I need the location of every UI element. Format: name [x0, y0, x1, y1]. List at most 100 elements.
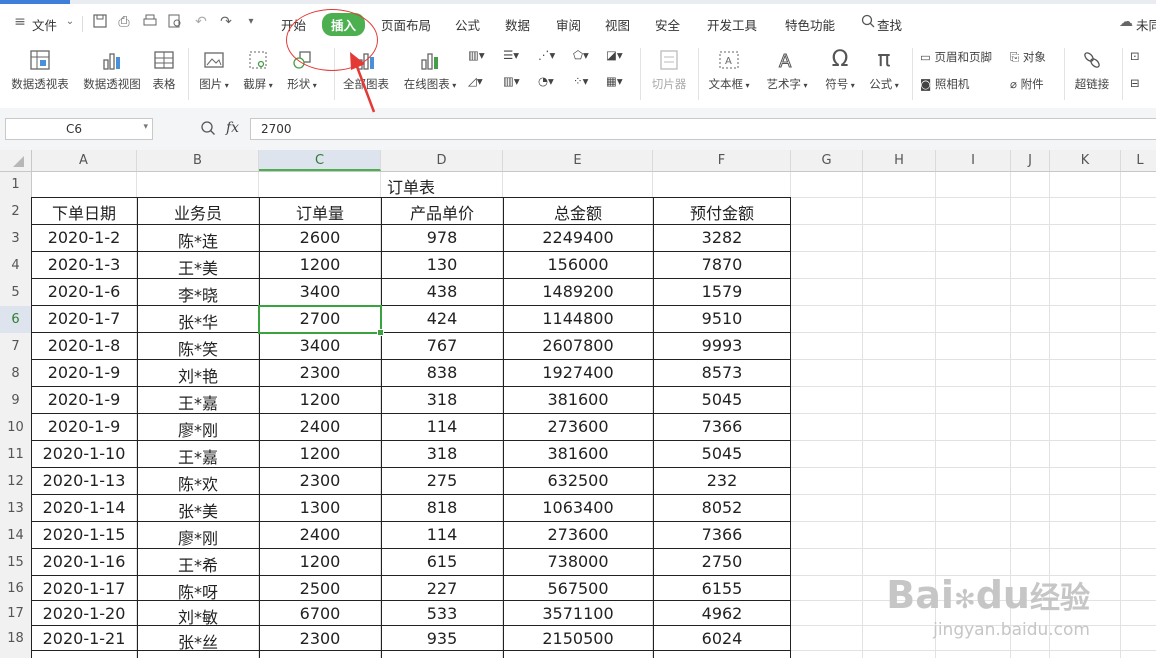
table-cell[interactable]: 2500: [259, 579, 381, 598]
table-cell[interactable]: 2020-1-9: [31, 417, 137, 436]
slicer-button[interactable]: 切片器: [648, 48, 690, 92]
table-cell[interactable]: 2300: [259, 629, 381, 648]
bar-chart-icon[interactable]: ☰▾: [503, 48, 519, 62]
hamburger-icon[interactable]: ≡: [12, 14, 28, 30]
table-cell[interactable]: 935: [381, 629, 503, 648]
table-cell[interactable]: 6700: [259, 604, 381, 623]
formula-button[interactable]: π 公式 ▾: [866, 48, 902, 92]
table-cell[interactable]: 273600: [503, 417, 653, 436]
table-cell[interactable]: 2020-1-15: [31, 525, 137, 544]
pivot-chart-button[interactable]: 数据透视图: [80, 48, 144, 92]
table-cell[interactable]: 张*美: [137, 498, 259, 522]
table-cell[interactable]: 615: [381, 552, 503, 571]
table-cell[interactable]: 5045: [653, 390, 791, 409]
more-icon-b[interactable]: ⊟: [1130, 76, 1140, 90]
table-cell[interactable]: 王*嘉: [137, 390, 259, 414]
name-box-dropdown-icon[interactable]: ▾: [143, 122, 148, 132]
table-cell[interactable]: 381600: [503, 390, 653, 409]
table-cell[interactable]: 2400: [259, 417, 381, 436]
column-header-j[interactable]: J: [1011, 150, 1050, 171]
row-header-16[interactable]: 16: [0, 576, 31, 601]
pie-chart-icon[interactable]: ◔▾: [538, 74, 554, 88]
table-cell[interactable]: 王*美: [137, 255, 259, 279]
table-cell[interactable]: 李*晓: [137, 282, 259, 306]
table-cell[interactable]: 978: [381, 228, 503, 247]
chevron-down-icon[interactable]: ⌄: [62, 14, 78, 30]
tab-formulas[interactable]: 公式: [455, 15, 480, 34]
table-cell[interactable]: 738000: [503, 552, 653, 571]
table-cell[interactable]: 陈*连: [137, 228, 259, 252]
row-header-5[interactable]: 5: [0, 279, 31, 306]
customize-chevron-icon[interactable]: ▾: [243, 14, 259, 30]
redo-icon[interactable]: ↷: [218, 14, 234, 30]
select-all-corner[interactable]: [0, 150, 32, 171]
table-cell[interactable]: 2020-1-7: [31, 309, 137, 328]
table-cell[interactable]: 156000: [503, 255, 653, 274]
object-button[interactable]: ⎘ 对象: [1010, 49, 1046, 65]
wordart-button[interactable]: A 艺术字 ▾: [762, 48, 812, 92]
table-cell[interactable]: 陈*欢: [137, 471, 259, 495]
table-cell[interactable]: 1927400: [503, 363, 653, 382]
table-cell[interactable]: 318: [381, 390, 503, 409]
table-cell[interactable]: 3571100: [503, 604, 653, 623]
tab-special-features[interactable]: 特色功能: [785, 15, 835, 34]
print-preview-icon[interactable]: ⎙: [116, 14, 132, 30]
tab-page-layout[interactable]: 页面布局: [381, 15, 431, 34]
other-chart-icon[interactable]: ▦▾: [606, 74, 623, 88]
table-cell[interactable]: 2400: [259, 525, 381, 544]
print-icon[interactable]: [142, 14, 158, 30]
column-header-k[interactable]: K: [1050, 150, 1121, 171]
pivot-table-button[interactable]: 数据透视表: [8, 48, 72, 92]
table-button[interactable]: 表格: [148, 48, 180, 92]
more-icon-a[interactable]: ⊡: [1130, 49, 1140, 63]
table-cell[interactable]: 1579: [653, 282, 791, 301]
row-header-15[interactable]: 15: [0, 549, 31, 576]
table-cell[interactable]: 2020-1-9: [31, 390, 137, 409]
table-cell[interactable]: 5045: [653, 444, 791, 463]
table-cell[interactable]: 1489200: [503, 282, 653, 301]
table-cell[interactable]: 2020-1-20: [31, 604, 137, 623]
table-cell[interactable]: 2020-1-13: [31, 471, 137, 490]
row-header-12[interactable]: 12: [0, 468, 31, 495]
table-cell[interactable]: 廖*刚: [137, 417, 259, 441]
save-icon[interactable]: [92, 14, 108, 30]
table-cell[interactable]: 2150500: [503, 629, 653, 648]
column-header-i[interactable]: I: [936, 150, 1011, 171]
row-header-11[interactable]: 11: [0, 441, 31, 468]
row-header-18[interactable]: 18: [0, 626, 31, 651]
table-cell[interactable]: 1200: [259, 552, 381, 571]
table-cell[interactable]: 张*华: [137, 309, 259, 333]
column-header-c[interactable]: C: [259, 150, 381, 171]
area-chart-icon[interactable]: ◪▾: [606, 48, 623, 62]
table-cell[interactable]: 7366: [653, 525, 791, 544]
table-cell[interactable]: 424: [381, 309, 503, 328]
column-header-l[interactable]: L: [1121, 150, 1156, 171]
table-cell[interactable]: 818: [381, 498, 503, 517]
table-cell[interactable]: 6155: [653, 579, 791, 598]
table-cell[interactable]: 1200: [259, 444, 381, 463]
radar-chart-icon[interactable]: ⬠▾: [573, 48, 589, 62]
table-cell[interactable]: 438: [381, 282, 503, 301]
table-cell[interactable]: 130: [381, 255, 503, 274]
preview-icon[interactable]: [167, 14, 183, 30]
picture-button[interactable]: 图片 ▾: [194, 48, 234, 92]
table-cell[interactable]: 1063400: [503, 498, 653, 517]
table-cell[interactable]: 1300: [259, 498, 381, 517]
table-cell[interactable]: 838: [381, 363, 503, 382]
combo-chart-icon[interactable]: ◿▾: [468, 74, 483, 88]
table-cell[interactable]: 8573: [653, 363, 791, 382]
table-cell[interactable]: 273600: [503, 525, 653, 544]
table-cell[interactable]: 2020-1-21: [31, 629, 137, 648]
tab-view[interactable]: 视图: [605, 15, 630, 34]
table-cell[interactable]: 2300: [259, 471, 381, 490]
table-cell[interactable]: 廖*刚: [137, 525, 259, 549]
table-cell[interactable]: 1200: [259, 390, 381, 409]
table-cell[interactable]: 227: [381, 579, 503, 598]
textbox-button[interactable]: A 文本框 ▾: [704, 48, 754, 92]
column-header-g[interactable]: G: [791, 150, 863, 171]
table-cell[interactable]: 王*嘉: [137, 444, 259, 468]
zoom-function-icon[interactable]: [200, 120, 216, 139]
row-header-13[interactable]: 13: [0, 495, 31, 522]
table-cell[interactable]: 7870: [653, 255, 791, 274]
table-cell[interactable]: 2020-1-2: [31, 228, 137, 247]
